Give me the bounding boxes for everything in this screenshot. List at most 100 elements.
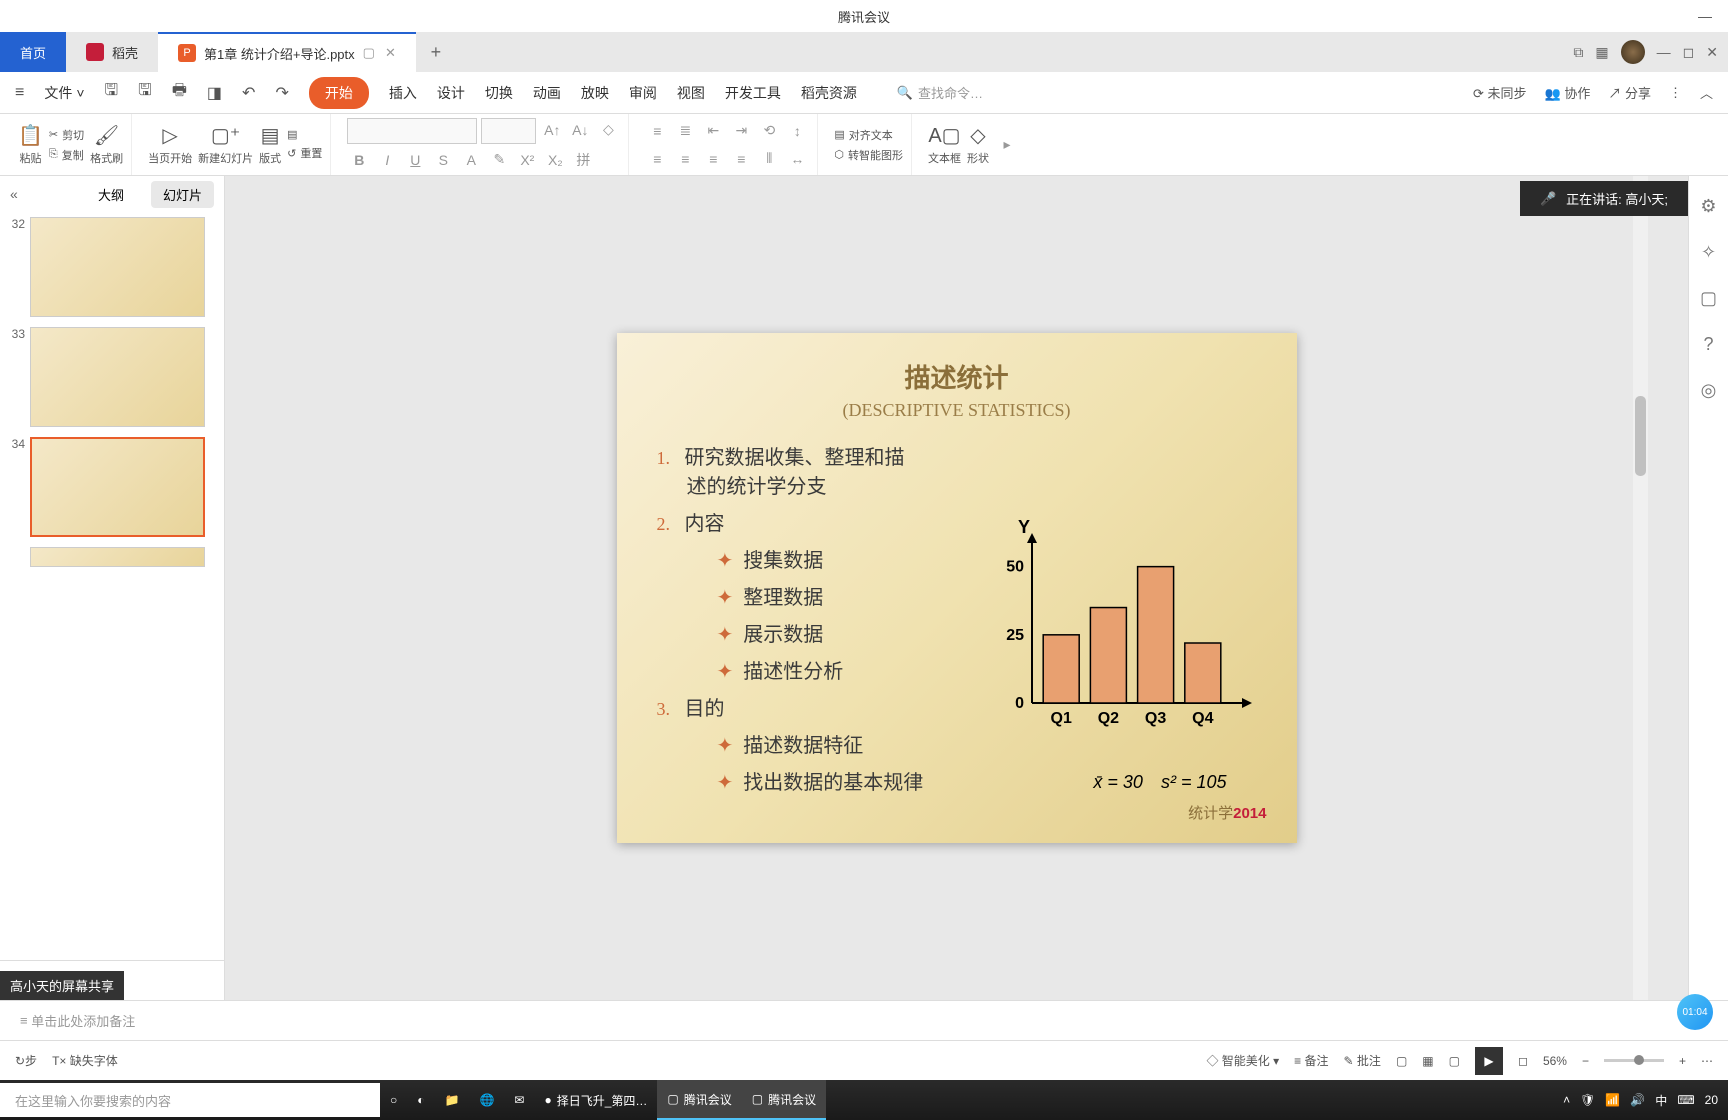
superscript-button[interactable]: X² [515, 148, 539, 172]
collab-button[interactable]: 👥 协作 [1545, 83, 1591, 102]
bold-button[interactable]: B [347, 148, 371, 172]
indent-left-icon[interactable]: ⇤ [701, 119, 725, 143]
reading-view-icon[interactable]: ▢ [1449, 1054, 1460, 1068]
file-menu[interactable]: 文件 ˅ [44, 83, 84, 103]
font-family-select[interactable] [347, 118, 477, 144]
explorer-icon[interactable]: 📁 [435, 1080, 470, 1120]
app-maximize-icon[interactable]: ◻ [1683, 44, 1695, 61]
normal-view-icon[interactable]: ▢ [1396, 1054, 1407, 1068]
align-left-icon[interactable]: ≡ [645, 147, 669, 171]
minimize-icon[interactable]: — [1682, 0, 1728, 32]
ribbon-expand-icon[interactable]: ▸ [995, 133, 1019, 157]
annotate-button[interactable]: ✎ 批注 [1344, 1052, 1381, 1069]
slide-canvas[interactable]: 🎤 正在讲话: 高小天; 描述统计 (DESCRIPTIVE STATISTIC… [225, 176, 1688, 1000]
scrollbar-thumb[interactable] [1635, 396, 1646, 476]
user-avatar[interactable] [1621, 40, 1645, 64]
missing-font-button[interactable]: T× 缺失字体 [52, 1052, 118, 1069]
notes-area[interactable]: ≡ 单击此处添加备注 [0, 1000, 1728, 1040]
menu-slideshow[interactable]: 放映 [581, 83, 609, 103]
paste-button[interactable]: 📋粘贴 [18, 123, 43, 166]
zoom-in-button[interactable]: + [1679, 1054, 1686, 1068]
fit-icon[interactable]: ◻ [1518, 1054, 1528, 1068]
layout-button[interactable]: ▤版式 [259, 123, 281, 166]
taskbar-search[interactable]: 在这里输入你要搜索的内容 [0, 1083, 380, 1117]
cortana-icon[interactable]: ◐ [407, 1080, 434, 1120]
tray-wifi-icon[interactable]: 📶 [1605, 1093, 1620, 1107]
align-center-icon[interactable]: ≡ [673, 147, 697, 171]
tray-keyboard-icon[interactable]: ⌨ [1677, 1093, 1694, 1107]
app-minimize-icon[interactable]: — [1657, 44, 1671, 60]
decrease-font-icon[interactable]: A↓ [568, 118, 592, 142]
thumb-slide-34[interactable] [30, 437, 205, 537]
vertical-scrollbar[interactable] [1633, 176, 1648, 1000]
more-icon[interactable]: ⋮ [1669, 85, 1682, 101]
tab-current-file[interactable]: P 第1章 统计介绍+导论.pptx ▢ ✕ [158, 32, 416, 72]
menu-start[interactable]: 开始 [309, 77, 369, 109]
underline-button[interactable]: U [403, 148, 427, 172]
hamburger-icon[interactable]: ≡ [15, 84, 24, 102]
notes-toggle[interactable]: ≡ 备注 [1294, 1052, 1328, 1069]
apps-grid-icon[interactable]: ▦ [1595, 44, 1608, 61]
print-icon[interactable]: 🖶 [172, 79, 187, 106]
slides-tab[interactable]: 幻灯片 [151, 181, 214, 208]
bullet-list-icon[interactable]: ≡ [645, 119, 669, 143]
tab-daoke[interactable]: 稻壳 [66, 32, 158, 72]
tray-chevron-icon[interactable]: ˄ [1563, 1093, 1570, 1107]
taskbar-app-meeting-1[interactable]: ▢ 腾讯会议 [657, 1080, 741, 1120]
thumb-item[interactable]: 32 [5, 217, 219, 317]
clear-format-icon[interactable]: ◇ [596, 118, 620, 142]
outline-tab[interactable]: 大纲 [86, 181, 136, 208]
zoom-slider[interactable] [1604, 1059, 1664, 1062]
highlight-button[interactable]: ✎ [487, 148, 511, 172]
meeting-timer[interactable]: 01:04 [1677, 994, 1713, 1030]
command-search[interactable]: 🔍 查找命令… [897, 83, 983, 102]
mail-icon[interactable]: ✉ [504, 1080, 534, 1120]
align-justify-icon[interactable]: ≡ [729, 147, 753, 171]
columns-icon[interactable]: ⫴ [757, 147, 781, 171]
collapse-panel-icon[interactable]: « [10, 186, 18, 202]
thumb-slide-33[interactable] [30, 327, 205, 427]
sorter-view-icon[interactable]: ▦ [1422, 1054, 1433, 1068]
undo-icon[interactable]: ↶ [242, 83, 255, 103]
menu-animation[interactable]: 动画 [533, 83, 561, 103]
tray-time[interactable]: 20 [1705, 1093, 1718, 1107]
thumb-slide-32[interactable] [30, 217, 205, 317]
subscript-button[interactable]: X₂ [543, 148, 567, 172]
thumb-item[interactable]: 34 [5, 437, 219, 537]
task-view-icon[interactable]: ○ [380, 1080, 407, 1120]
menu-devtools[interactable]: 开发工具 [725, 83, 781, 103]
close-tab-icon[interactable]: ✕ [385, 45, 396, 61]
smart-beautify-button[interactable]: ◇ 智能美化 ▾ [1206, 1052, 1279, 1069]
slideshow-button[interactable]: ▶ [1475, 1047, 1503, 1075]
edge-icon[interactable]: 🌐 [469, 1080, 504, 1120]
indent-right-icon[interactable]: ⇥ [729, 119, 753, 143]
font-size-select[interactable] [481, 118, 536, 144]
menu-insert[interactable]: 插入 [389, 83, 417, 103]
smart-graphic-button[interactable]: ⬡ 转智能图形 [834, 147, 903, 163]
collapse-ribbon-icon[interactable]: ︿ [1700, 83, 1713, 102]
redo-icon[interactable]: ↷ [275, 83, 288, 103]
save-as-icon[interactable]: 🖫 [138, 79, 152, 106]
tray-security-icon[interactable]: 🛡 [1580, 1093, 1595, 1107]
app-close-icon[interactable]: ✕ [1706, 44, 1718, 61]
number-list-icon[interactable]: ≣ [673, 119, 697, 143]
taskbar-app-meeting-2[interactable]: ▢ 腾讯会议 [742, 1080, 826, 1120]
sync-status[interactable]: ⟳ 未同步 [1473, 83, 1527, 102]
tab-home[interactable]: 首页 [0, 32, 66, 72]
shapes-button[interactable]: ◇形状 [967, 123, 989, 166]
align-right-icon[interactable]: ≡ [701, 147, 725, 171]
thumb-slide-partial[interactable] [30, 547, 205, 567]
thumbnail-list[interactable]: 32 33 34 [0, 212, 224, 960]
text-box-button[interactable]: A▢文本框 [928, 123, 961, 166]
format-painter-button[interactable]: 🖌格式刷 [90, 123, 123, 166]
pinyin-button[interactable]: 拼 [571, 148, 595, 172]
text-direction-icon[interactable]: ⟲ [757, 119, 781, 143]
tray-volume-icon[interactable]: 🔊 [1630, 1093, 1645, 1107]
save-icon[interactable]: 🖫 [105, 79, 119, 106]
current-slide[interactable]: 描述统计 (DESCRIPTIVE STATISTICS) 1. 研究数据收集、… [617, 333, 1297, 843]
italic-button[interactable]: I [375, 148, 399, 172]
thumb-item[interactable]: 33 [5, 327, 219, 427]
cut-button[interactable]: ✂ 剪切 [49, 127, 84, 143]
strikethrough-button[interactable]: S [431, 148, 455, 172]
star-icon[interactable]: ✧ [1701, 242, 1716, 263]
